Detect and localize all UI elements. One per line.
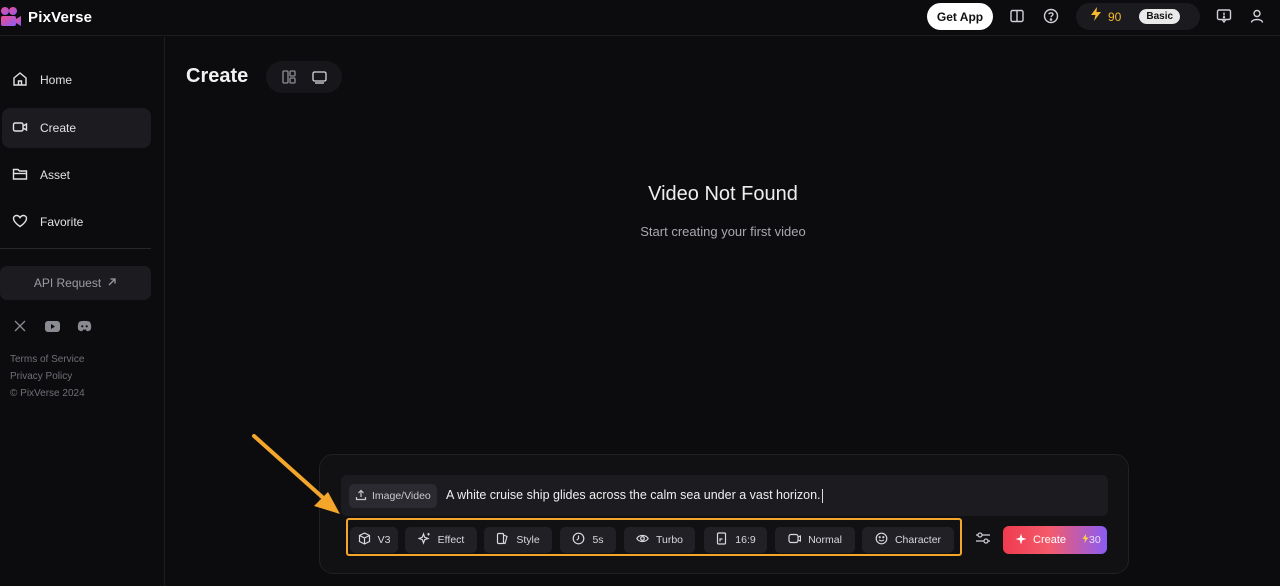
page-title: Create <box>186 65 249 87</box>
logo[interactable]: PixVerse <box>0 6 92 28</box>
sidebar-item-label: Create <box>40 121 77 135</box>
single-view-icon[interactable] <box>311 69 327 85</box>
discord-icon[interactable] <box>76 318 92 334</box>
privacy-link[interactable]: Privacy Policy <box>10 368 85 385</box>
create-cost: 30 <box>1082 534 1101 546</box>
sidebar-item-favorite[interactable]: Favorite <box>2 202 151 242</box>
heart-icon <box>12 213 28 232</box>
sidebar-item-label: Home <box>40 73 73 87</box>
prompt-text: A white cruise ship glides across the ca… <box>446 488 821 502</box>
arrow-up-right-icon <box>107 276 117 290</box>
create-cost-value: 30 <box>1089 534 1101 546</box>
view-toggle <box>266 61 342 93</box>
api-request-button[interactable]: API Request <box>0 266 151 300</box>
sliders-icon <box>975 531 991 550</box>
prompt-panel: Image/Video A white cruise ship glides a… <box>319 454 1129 574</box>
sidebar-item-create[interactable]: Create <box>2 108 151 148</box>
sidebar-item-label: Asset <box>40 168 71 182</box>
video-camera-icon <box>12 119 28 138</box>
folder-icon <box>12 166 28 185</box>
advanced-settings-button[interactable] <box>972 530 994 550</box>
copyright-text: © PixVerse 2024 <box>10 388 85 399</box>
create-label: Create <box>1033 534 1067 546</box>
lightning-icon <box>1082 534 1089 543</box>
legal-links: Terms of Service Privacy Policy © PixVer… <box>10 351 85 402</box>
app-name: PixVerse <box>28 8 93 26</box>
create-button[interactable]: Create 30 <box>1003 526 1107 554</box>
annotation-arrow-icon <box>252 434 340 514</box>
sidebar-item-label: Favorite <box>40 215 84 229</box>
upload-label: Image/Video <box>372 490 431 502</box>
upload-image-video-button[interactable]: Image/Video <box>349 484 437 508</box>
sparkle-icon <box>1015 533 1027 548</box>
sidebar-divider <box>0 248 151 249</box>
user-icon[interactable] <box>1248 7 1266 25</box>
text-caret <box>821 488 823 503</box>
home-icon <box>12 71 28 90</box>
help-icon[interactable] <box>1042 7 1060 25</box>
terms-link[interactable]: Terms of Service <box>10 351 85 368</box>
api-request-label: API Request <box>33 276 102 290</box>
pixverse-logo-icon <box>0 6 22 28</box>
feedback-icon[interactable] <box>1215 7 1233 25</box>
empty-state-subtitle: Start creating your first video <box>640 224 806 239</box>
app-root: PixVerse Get App 90 Basic Home Create As… <box>0 0 1280 586</box>
sidebar-item-home[interactable]: Home <box>2 60 151 100</box>
credits-count: 90 <box>1108 9 1122 24</box>
top-bar: PixVerse Get App 90 Basic <box>0 0 1280 36</box>
upload-icon <box>355 489 367 504</box>
options-highlight-box <box>346 518 962 556</box>
prompt-text-input[interactable]: A white cruise ship glides across the ca… <box>446 488 823 503</box>
x-icon[interactable] <box>12 318 28 334</box>
empty-state-title: Video Not Found <box>648 183 798 205</box>
youtube-icon[interactable] <box>44 318 60 334</box>
lightning-icon <box>1090 7 1102 26</box>
sidebar: Home Create Asset Favorite API Request T… <box>0 37 165 586</box>
sidebar-item-asset[interactable]: Asset <box>2 155 151 195</box>
social-links <box>12 318 92 334</box>
get-app-button[interactable]: Get App <box>927 3 993 30</box>
credits-pill[interactable]: 90 Basic <box>1076 3 1200 30</box>
grid-view-icon[interactable] <box>281 69 297 85</box>
plan-badge: Basic <box>1139 9 1181 24</box>
prompt-input-row[interactable]: Image/Video A white cruise ship glides a… <box>341 475 1108 516</box>
book-icon[interactable] <box>1008 7 1026 25</box>
